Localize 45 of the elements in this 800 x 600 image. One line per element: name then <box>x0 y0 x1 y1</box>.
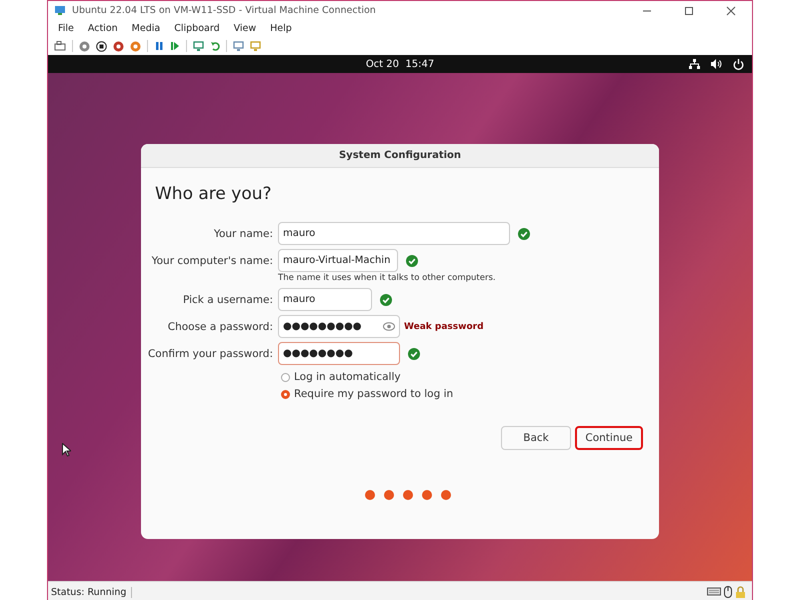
play-icon[interactable] <box>170 41 180 51</box>
input-field[interactable]: ●●●●●●●● <box>278 342 400 365</box>
menu-item[interactable]: Clipboard <box>174 23 220 34</box>
back-button[interactable]: Back <box>501 426 571 450</box>
volume-icon[interactable] <box>711 59 722 69</box>
keyboard-icon <box>707 586 721 596</box>
radio-icon[interactable] <box>281 372 290 382</box>
monitor-icon[interactable] <box>233 40 244 52</box>
field-label: Your computer's name: <box>150 254 273 266</box>
clock-text: Oct 20 15:47 <box>366 58 434 70</box>
radio-icon[interactable] <box>281 390 290 398</box>
field-label: Your name: <box>212 228 273 240</box>
password-field[interactable]: ●●●●●●●●● <box>278 315 400 338</box>
input-field[interactable]: mauro <box>278 222 510 245</box>
pause-icon[interactable] <box>154 41 164 51</box>
radio-option[interactable]: Log in automatically <box>281 371 401 383</box>
network-icon[interactable] <box>689 59 700 69</box>
window-title: Ubuntu 22.04 LTS on VM-W11-SSD - Virtual Machine Connection <box>72 5 377 16</box>
eye-icon[interactable] <box>383 322 395 331</box>
input-field[interactable]: mauro-Virtual-Machin <box>278 249 398 272</box>
field-label: Confirm your password: <box>146 348 273 360</box>
maximize-icon[interactable] <box>684 6 694 16</box>
dialog-heading: Who are you? <box>155 184 272 204</box>
hint-text: The name it uses when it talks to other computers. <box>278 273 497 283</box>
menu-item[interactable]: Help <box>270 23 292 34</box>
radio-option[interactable]: Require my password to log in <box>281 388 454 400</box>
stop-icon[interactable] <box>96 40 107 52</box>
pointer-icon <box>62 443 71 457</box>
monitor-icon[interactable] <box>193 40 204 52</box>
menu-item[interactable]: View <box>234 23 256 34</box>
password-strength-text: Weak password <box>404 322 484 332</box>
field-label: Choose a password: <box>166 320 273 332</box>
undo-icon[interactable] <box>210 41 220 51</box>
dialog-title: System Configuration <box>338 150 462 161</box>
menu-item[interactable]: Action <box>88 23 118 34</box>
monitor-icon <box>54 5 66 16</box>
power-icon[interactable] <box>733 59 744 70</box>
continue-button[interactable]: Continue <box>575 426 643 450</box>
lock-icon <box>735 586 746 598</box>
field-label: Pick a username: <box>182 294 273 306</box>
menu-item[interactable]: File <box>58 23 74 34</box>
menu-item[interactable]: Media <box>132 23 160 34</box>
input-field[interactable]: mauro <box>278 288 372 311</box>
status-text: Status: Running <box>51 586 132 598</box>
close-icon[interactable] <box>726 6 736 16</box>
